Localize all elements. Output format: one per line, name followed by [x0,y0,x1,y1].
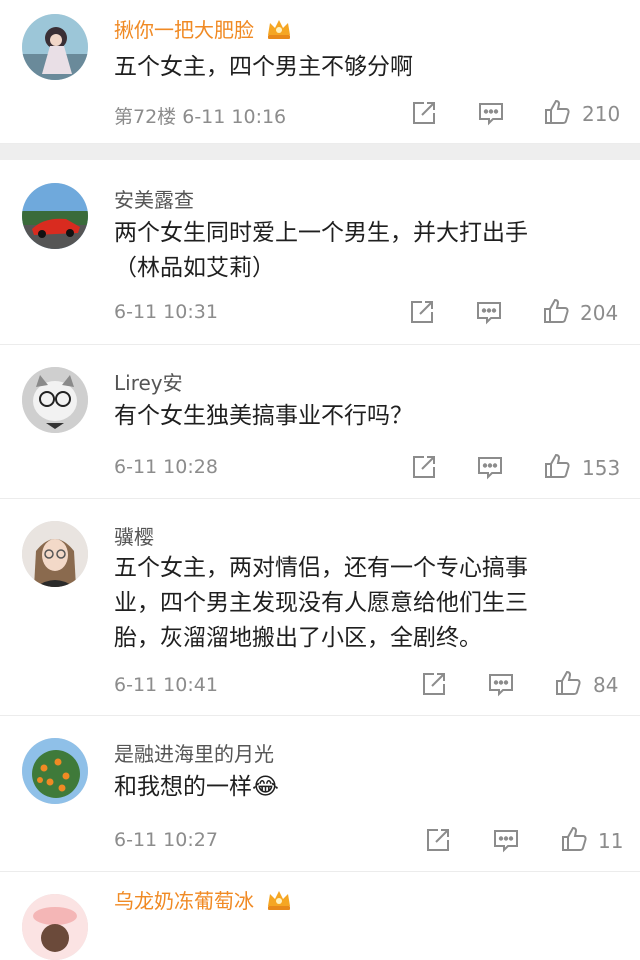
timestamp: 6-11 10:27 [114,829,218,851]
like-count: 11 [598,829,624,853]
comment-meta: 第72楼 6-11 10:16 [114,102,286,129]
comment-icon[interactable] [477,99,505,127]
thumbs-up-icon[interactable] [543,98,571,126]
thumbs-up-icon[interactable] [542,297,570,325]
comment-item: 揪你一把大肥脸 五个女主，四个男主不够分啊 第72楼 6-11 10:16 21… [0,0,640,144]
comment-item: 安美露查 两个女生同时爱上一个男生，并大打出手 （林品如艾莉） 6-11 10:… [0,160,640,345]
comment-item: Lirey安 有个女生独美搞事业不行吗？ 6-11 10:28 153 [0,345,640,499]
username-text[interactable]: 揪你一把大肥脸 [114,18,254,42]
username[interactable]: 乌龙奶冻葡萄冰 [114,885,292,914]
share-icon[interactable] [420,670,448,698]
thumbs-up-icon[interactable] [543,452,571,480]
comment-text: 五个女主，四个男主不够分啊 [114,50,620,85]
comment-icon[interactable] [476,453,504,481]
like-count: 153 [582,456,621,480]
section-separator [0,144,640,160]
comment-line: 五个女主，两对情侣，还有一个专心搞事 [114,555,528,581]
floor-label: 第72楼 [114,106,177,128]
share-icon[interactable] [410,99,438,127]
share-icon[interactable] [424,826,452,854]
comment-item: 是融进海里的月光 和我想的一样😂 6-11 10:27 11 [0,716,640,872]
comment-line: 胎，灰溜溜地搬出了小区，全剧终。 [114,625,482,651]
like-count: 210 [582,102,621,126]
comment-icon[interactable] [475,298,503,326]
comment-icon[interactable] [492,826,520,854]
avatar[interactable] [22,521,88,587]
timestamp: 6-11 10:41 [114,674,218,696]
comment-item: 骥樱 五个女主，两对情侣，还有一个专心搞事 业，四个男主发现没有人愿意给他们生三… [0,499,640,716]
comment-line: 两个女生同时爱上一个男生，并大打出手 [114,220,528,246]
like-count: 84 [593,673,619,697]
thumbs-up-icon[interactable] [554,669,582,697]
comment-item: 乌龙奶冻葡萄冰 [0,872,640,960]
comment-line: 业，四个男主发现没有人愿意给他们生三 [114,590,528,616]
crown-badge-icon [266,889,292,911]
avatar[interactable] [22,367,88,433]
avatar[interactable] [22,894,88,960]
username[interactable]: 安美露查 [114,184,194,213]
avatar[interactable] [22,14,88,80]
avatar[interactable] [22,183,88,249]
share-icon[interactable] [408,298,436,326]
comment-line: 有个女生独美搞事业不行吗？ [114,403,413,429]
username[interactable]: 揪你一把大肥脸 [114,14,292,43]
username[interactable]: 骥樱 [114,521,154,550]
timestamp: 6-11 10:31 [114,301,218,323]
timestamp: 6-11 10:16 [182,106,287,128]
crown-badge-icon [266,18,292,40]
comment-line: 五个女主，四个男主不够分啊 [114,54,413,80]
comment-icon[interactable] [487,670,515,698]
username-text[interactable]: 乌龙奶冻葡萄冰 [114,889,254,913]
username[interactable]: 是融进海里的月光 [114,738,274,767]
thumbs-up-icon[interactable] [560,825,588,853]
timestamp: 6-11 10:28 [114,456,218,478]
avatar[interactable] [22,738,88,804]
comment-text: 五个女主，两对情侣，还有一个专心搞事 业，四个男主发现没有人愿意给他们生三 胎，… [114,551,620,656]
share-icon[interactable] [410,453,438,481]
comment-line: （林品如艾莉） [114,255,275,281]
username[interactable]: Lirey安 [114,367,183,396]
like-count: 204 [580,301,619,325]
comment-line: 和我想的一样😂 [114,774,279,800]
comment-text: 有个女生独美搞事业不行吗？ [114,399,620,434]
comment-text: 两个女生同时爱上一个男生，并大打出手 （林品如艾莉） [114,216,620,286]
comment-text: 和我想的一样😂 [114,770,620,805]
